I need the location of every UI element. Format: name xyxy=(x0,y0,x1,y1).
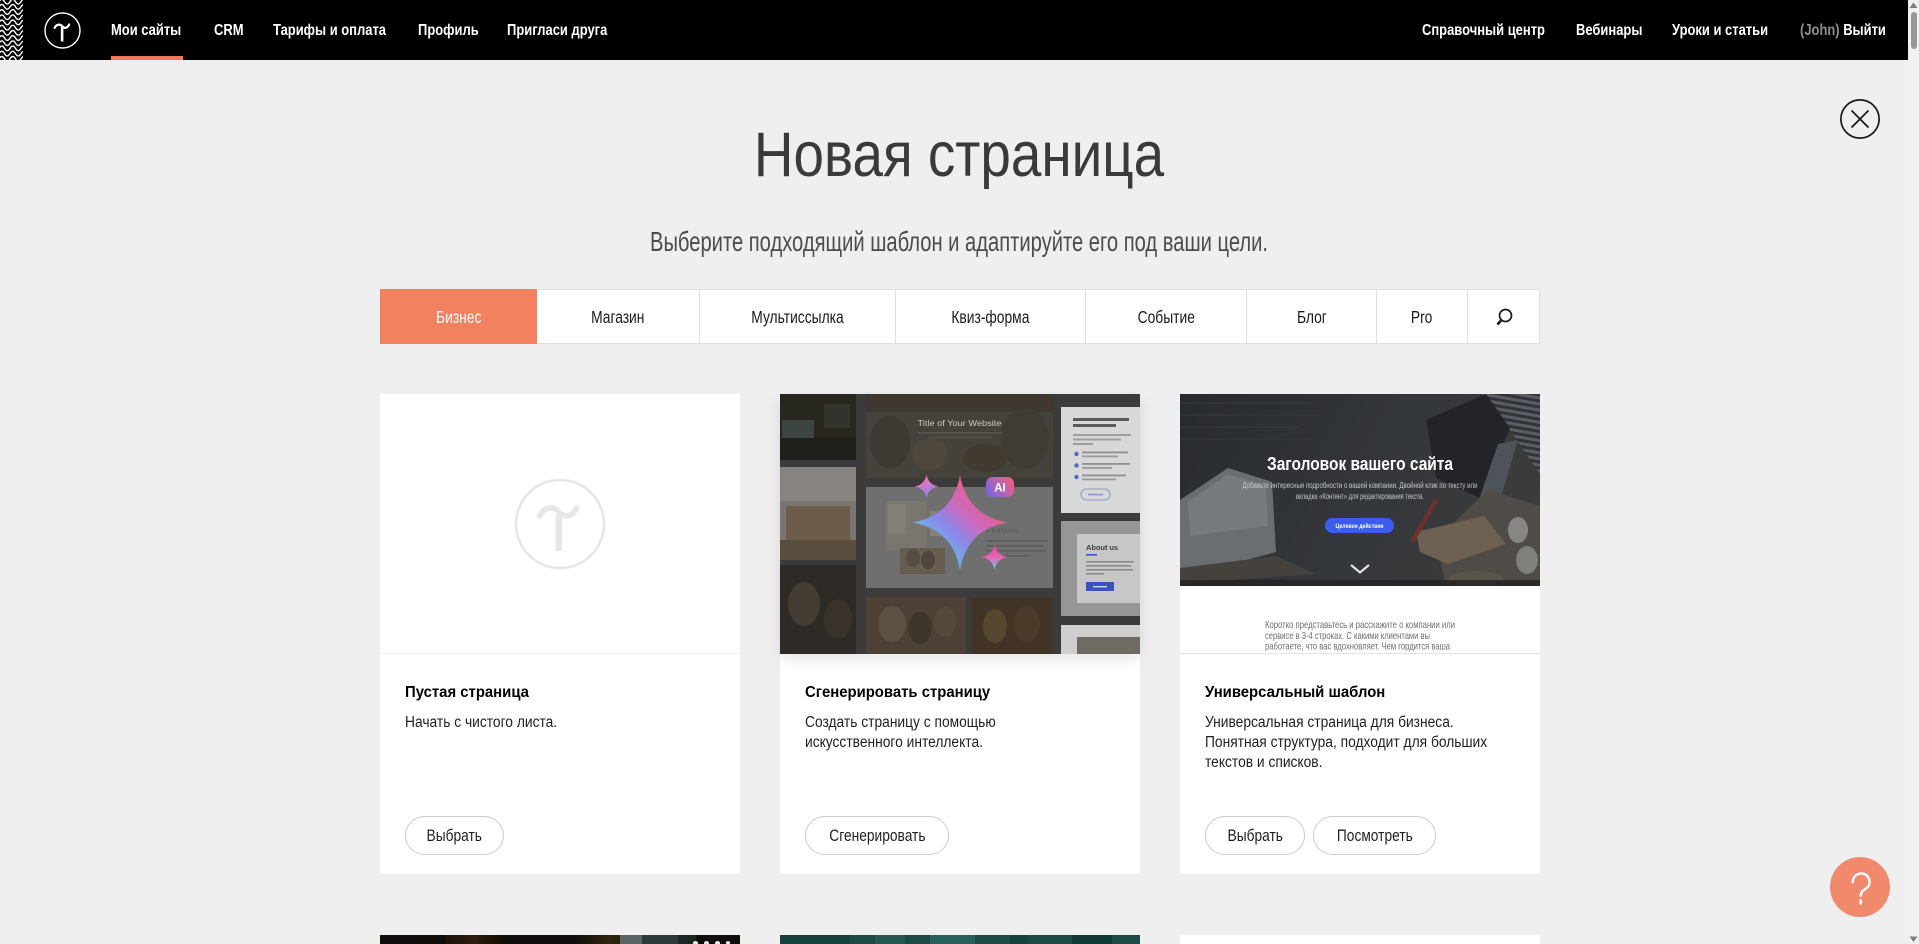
svg-text:Добавьте интересные подробност: Добавьте интересные подробности о вашей … xyxy=(1243,481,1478,490)
svg-text:About us: About us xyxy=(1086,543,1118,552)
svg-text:вкладка «Контент» для редактир: вкладка «Контент» для редактирования тек… xyxy=(1296,492,1424,501)
svg-text:AI: AI xyxy=(994,483,1006,495)
svg-text:Заголовок вашего сайта: Заголовок вашего сайта xyxy=(1267,453,1454,474)
svg-text:команда, какие у нее ценности: команда, какие у нее ценности и мотиваци… xyxy=(1265,650,1423,654)
svg-text:Title of Your Website: Title of Your Website xyxy=(918,418,1002,428)
svg-text:Целевое действие: Целевое действие xyxy=(1336,523,1384,530)
